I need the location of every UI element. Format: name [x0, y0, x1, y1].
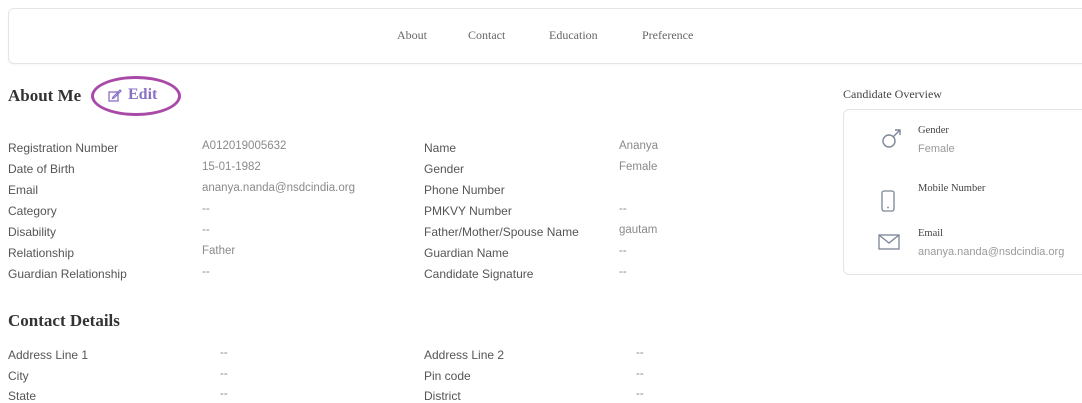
- relationship-value: Father: [202, 245, 236, 257]
- date-of-birth-label: Date of Birth: [8, 162, 75, 176]
- state-label: State: [8, 389, 37, 403]
- name-label: Name: [424, 141, 457, 155]
- guardian-name-value: --: [619, 245, 627, 257]
- email-value: ananya.nanda@nsdcindia.org: [202, 182, 355, 194]
- gender-value: Female: [619, 161, 658, 173]
- gender-label: Gender: [424, 162, 465, 176]
- edit-button[interactable]: Edit: [108, 86, 157, 104]
- guardian-relationship-label: Guardian Relationship: [8, 267, 127, 281]
- overview-mobile-label: Mobile Number: [918, 183, 986, 194]
- date-of-birth-value: 15-01-1982: [202, 161, 261, 173]
- tab-about[interactable]: About: [397, 28, 427, 43]
- mobile-phone-icon: [881, 190, 895, 217]
- registration-number-label: Registration Number: [8, 141, 119, 155]
- edit-label: Edit: [128, 86, 158, 103]
- father-mother-spouse-name-label: Father/Mother/Spouse Name: [424, 225, 579, 239]
- city-value: --: [220, 368, 228, 380]
- pmkvy-number-value: --: [619, 203, 627, 215]
- tab-contact[interactable]: Contact: [468, 28, 505, 43]
- city-label: City: [8, 369, 29, 383]
- district-value: --: [636, 388, 644, 400]
- disability-label: Disability: [8, 225, 57, 239]
- about-me-heading: About Me: [8, 86, 82, 105]
- candidate-signature-value: --: [619, 266, 627, 278]
- relationship-label: Relationship: [8, 246, 75, 260]
- profile-tab-bar: About Contact Education Preference: [8, 8, 1082, 64]
- guardian-relationship-value: --: [202, 266, 210, 278]
- address-line-2-label: Address Line 2: [424, 348, 505, 362]
- pin-code-value: --: [636, 368, 644, 380]
- candidate-overview-card: Gender Female Mobile Number Email ananya…: [843, 109, 1082, 275]
- mail-envelope-icon: [878, 234, 900, 255]
- overview-gender-value: Female: [918, 143, 955, 155]
- edit-icon: [108, 88, 122, 102]
- registration-number-value: A012019005632: [202, 140, 287, 152]
- address-line-1-value: --: [220, 347, 228, 359]
- address-line-1-label: Address Line 1: [8, 348, 89, 362]
- category-label: Category: [8, 204, 57, 218]
- candidate-overview-heading: Candidate Overview: [843, 87, 942, 101]
- pmkvy-number-label: PMKVY Number: [424, 204, 512, 218]
- state-value: --: [220, 388, 228, 400]
- name-value: Ananya: [619, 140, 659, 152]
- candidate-signature-label: Candidate Signature: [424, 267, 534, 281]
- pin-code-label: Pin code: [424, 369, 471, 383]
- tab-preference[interactable]: Preference: [642, 28, 693, 43]
- overview-email-label: Email: [918, 228, 944, 239]
- overview-email-value: ananya.nanda@nsdcindia.org: [918, 246, 1065, 258]
- phone-number-label: Phone Number: [424, 183, 505, 197]
- male-gender-icon: [880, 126, 904, 155]
- district-label: District: [424, 389, 461, 403]
- disability-value: --: [202, 224, 210, 236]
- address-line-2-value: --: [636, 347, 644, 359]
- contact-details-heading: Contact Details: [8, 311, 120, 330]
- email-label: Email: [8, 183, 39, 197]
- father-mother-spouse-name-value: gautam: [619, 224, 658, 236]
- guardian-name-label: Guardian Name: [424, 246, 509, 260]
- tab-education[interactable]: Education: [549, 28, 598, 43]
- overview-gender-label: Gender: [918, 125, 949, 136]
- category-value: --: [202, 203, 210, 215]
